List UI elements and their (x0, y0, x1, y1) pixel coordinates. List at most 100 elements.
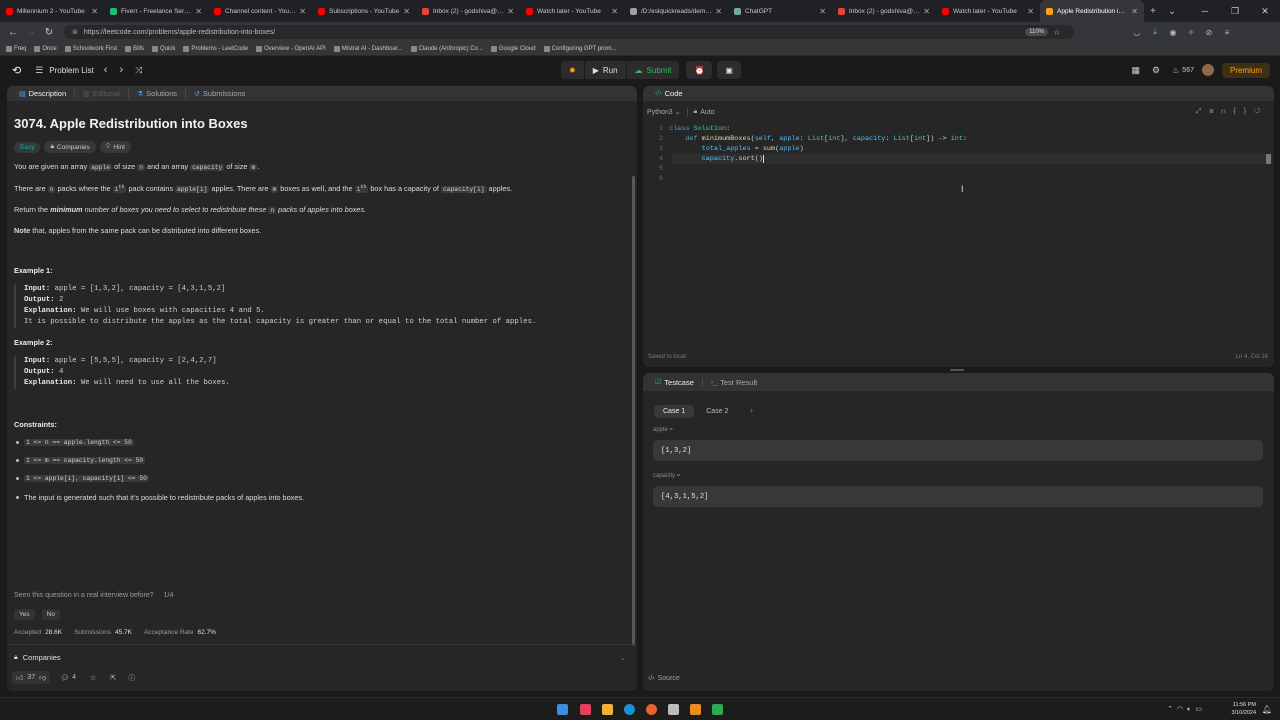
zoom-badge[interactable]: 110% (1025, 28, 1048, 36)
browser-tab[interactable]: Millennium 2 - YouTube ✕ (0, 0, 104, 22)
scrollbar[interactable] (632, 176, 635, 646)
reset-icon[interactable]: ↺ (1254, 108, 1268, 115)
bookmark-item[interactable]: Bills (125, 45, 144, 52)
browser-tab[interactable]: Inbox (2) - godshiva@gmail✕ (416, 0, 520, 22)
close-tab-icon[interactable]: ✕ (1131, 7, 1138, 16)
bookmark-item[interactable]: Problems - LeetCode (183, 45, 248, 52)
site-info-icon[interactable]: ⊜ (72, 28, 78, 36)
close-window-icon[interactable]: ✕ (1250, 6, 1280, 17)
shuffle-icon[interactable]: ⤨ (135, 65, 142, 76)
case-2-button[interactable]: Case 2 (697, 405, 737, 418)
music-app-icon[interactable] (580, 704, 591, 715)
braces-icon[interactable]: {} (1233, 108, 1254, 115)
comment-icon[interactable]: 💬︎ (60, 674, 69, 682)
expand-icon[interactable]: ⤢ (1196, 108, 1210, 115)
layout-icon[interactable]: ▦ (1132, 65, 1141, 76)
run-button[interactable]: ▶ Run (584, 61, 626, 79)
tab-code[interactable]: ‹/› Code (647, 86, 691, 101)
bookmark-item[interactable]: Configuring GPT prom... (543, 45, 617, 52)
extensions-icon[interactable]: ✧ (1182, 28, 1200, 37)
add-case-button[interactable]: + (741, 405, 763, 418)
timer-button[interactable]: ⏰ (686, 61, 713, 79)
firefox-icon[interactable] (646, 704, 657, 715)
tray-chevron-icon[interactable]: ⌃ (1167, 706, 1177, 713)
avatar[interactable] (1201, 64, 1214, 76)
file-explorer-icon[interactable] (602, 704, 613, 715)
companies-tag[interactable]: 🔒︎ Companies (44, 141, 96, 153)
bookmark-item[interactable]: Claude (Anthropic) Co... (410, 45, 483, 52)
bookmark-item[interactable]: Freq (6, 45, 26, 52)
format-icon[interactable]: ≣ (1209, 108, 1221, 115)
tab-description[interactable]: ▤ Description (11, 86, 74, 101)
browser-tab[interactable]: Inbox (2) - godshiva@gmail✕ (832, 0, 936, 22)
settings-gear-icon[interactable]: ⚙ (1152, 65, 1160, 76)
bookmark-item[interactable]: Quick (152, 45, 175, 52)
problem-list-link[interactable]: Problem List (49, 66, 93, 75)
windows-start-icon[interactable] (557, 704, 568, 715)
bookmark-item[interactable]: Overview - OpenAI API (256, 45, 326, 52)
battery-icon[interactable]: ▭ (1195, 706, 1206, 713)
list-icon[interactable]: ☰ (35, 65, 43, 76)
close-tab-icon[interactable]: ✕ (195, 7, 202, 16)
premium-button[interactable]: Premium (1221, 62, 1270, 78)
tab-solutions[interactable]: ⚗ Solutions (129, 86, 185, 101)
download-icon[interactable]: ⤓ (1146, 27, 1164, 37)
tab-search-icon[interactable]: ⌄ (1162, 6, 1182, 17)
pycharm-icon[interactable] (712, 704, 723, 715)
bookmark-icon[interactable]: ⊓ (1221, 108, 1233, 115)
url-field[interactable]: ⊜ https://leetcode.com/problems/apple-re… (64, 25, 1074, 39)
apple-input[interactable]: [1,3,2] (653, 440, 1263, 461)
page-title[interactable]: 3074. Apple Redistribution into Boxes (14, 116, 624, 131)
bookmark-item[interactable]: Mistral AI - Dashboar... (333, 45, 403, 52)
forward-icon[interactable]: → (22, 27, 40, 38)
edge-browser-icon[interactable] (624, 704, 635, 715)
browser-tab[interactable]: Fiverr - Freelance Services M✕ (104, 0, 208, 22)
system-clock[interactable]: 11:56 PM 3/10/2024 (1232, 701, 1256, 717)
vlc-icon[interactable] (690, 704, 701, 715)
pocket-icon[interactable]: ◡ (1128, 28, 1146, 37)
share-icon[interactable]: ⇱ (110, 674, 116, 682)
bookmark-item[interactable]: Schoolwork First (64, 45, 117, 52)
thumbs-down-icon[interactable]: 👎︎ (39, 673, 46, 682)
tracking-icon[interactable]: ⊘ (1200, 28, 1218, 37)
close-tab-icon[interactable]: ✕ (1027, 7, 1034, 16)
close-tab-icon[interactable]: ✕ (611, 7, 618, 16)
tab-submissions[interactable]: ↺ Submissions (186, 86, 253, 101)
leetcode-logo-icon[interactable]: ⟲ (12, 64, 21, 77)
minimize-icon[interactable]: ─ (1190, 6, 1220, 16)
account-icon[interactable]: ◉ (1164, 28, 1182, 37)
resize-handle[interactable] (950, 369, 964, 371)
close-tab-icon[interactable]: ✕ (91, 7, 98, 16)
bookmark-item[interactable]: Google Cloud (490, 45, 536, 52)
close-tab-icon[interactable]: ✕ (403, 7, 410, 16)
close-tab-icon[interactable]: ✕ (923, 7, 930, 16)
close-tab-icon[interactable]: ✕ (715, 7, 722, 16)
browser-tab[interactable]: ChatGPT ✕ (728, 0, 832, 22)
tab-testcase[interactable]: ☑ Testcase (647, 375, 702, 390)
close-tab-icon[interactable]: ✕ (819, 7, 826, 16)
browser-tab[interactable]: /D:/eslquickreads/demo.py ✕ (624, 0, 728, 22)
source-link[interactable]: ‹/› Source (648, 675, 680, 682)
browser-tab[interactable]: Apple Redistribution into Bo✕ (1040, 0, 1144, 22)
language-select[interactable]: Python3 ⌄ (647, 108, 681, 116)
mode-label[interactable]: Auto (700, 109, 714, 116)
notes-button[interactable]: ▣ (717, 61, 741, 79)
reload-icon[interactable]: ↻ (40, 27, 58, 38)
wifi-icon[interactable]: ◠ (1177, 706, 1187, 713)
tab-test-result[interactable]: ›_ Test Result (703, 375, 765, 390)
notepad-icon[interactable] (668, 704, 679, 715)
browser-tab[interactable]: Subscriptions - YouTube ✕ (312, 0, 416, 22)
close-tab-icon[interactable]: ✕ (507, 7, 514, 16)
fire-streak-icon[interactable]: ♨ (1172, 66, 1179, 75)
prev-problem-icon[interactable]: ‹ (104, 64, 108, 76)
new-tab-button[interactable]: + (1144, 6, 1162, 17)
close-tab-icon[interactable]: ✕ (299, 7, 306, 16)
capacity-input[interactable]: [4,3,1,5,2] (653, 486, 1263, 507)
yes-button[interactable]: Yes (14, 609, 35, 620)
debug-button[interactable]: ✹ (561, 61, 584, 79)
back-icon[interactable]: ← (4, 27, 22, 38)
thumbs-up-icon[interactable]: 👍︎ (16, 673, 23, 682)
submit-button[interactable]: ☁ Submit (626, 61, 680, 79)
browser-tab[interactable]: Watch later - YouTube ✕ (520, 0, 624, 22)
minimap-scroll[interactable] (1266, 154, 1271, 164)
